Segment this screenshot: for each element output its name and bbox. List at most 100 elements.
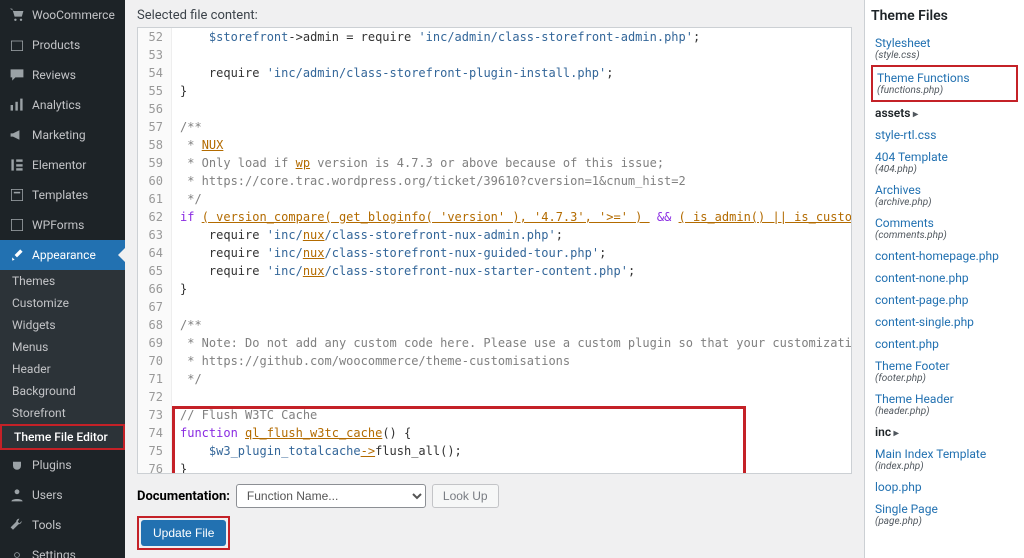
code-content[interactable]: require 'inc/nux/class-storefront-nux-ad… (172, 226, 563, 244)
code-content[interactable]: /** (172, 118, 202, 136)
file-item-theme-functions[interactable]: Theme Functions(functions.php) (871, 65, 1018, 102)
file-item-style-rtl-css[interactable]: style-rtl.css (871, 124, 1018, 146)
sidebar-label: Products (32, 38, 80, 52)
file-sub: (page.php) (875, 516, 1014, 527)
submenu-item-background[interactable]: Background (0, 380, 125, 402)
file-item-content-php[interactable]: content.php (871, 333, 1018, 355)
code-content[interactable]: function ql_flush_w3tc_cache() { (172, 424, 411, 442)
wrench-icon (8, 516, 26, 534)
code-line: 53 (138, 46, 851, 64)
line-number: 55 (138, 82, 172, 100)
file-item-loop-php[interactable]: loop.php (871, 476, 1018, 498)
code-content[interactable]: $w3_plugin_totalcache->flush_all(); (172, 442, 462, 460)
code-content[interactable] (172, 46, 187, 64)
sidebar-label: Tools (32, 518, 61, 532)
theme-files-title: Theme Files (871, 8, 1018, 24)
file-item-theme-header[interactable]: Theme Header(header.php) (871, 388, 1018, 421)
file-item-comments[interactable]: Comments(comments.php) (871, 212, 1018, 245)
code-content[interactable]: $storefront->admin = require 'inc/admin/… (172, 28, 700, 46)
code-content[interactable]: * https://core.trac.wordpress.org/ticket… (172, 172, 686, 190)
cart-icon (8, 6, 26, 24)
submenu-item-themes[interactable]: Themes (0, 270, 125, 292)
line-number: 62 (138, 208, 172, 226)
file-item-stylesheet[interactable]: Stylesheet(style.css) (871, 32, 1018, 65)
code-content[interactable]: if ( version_compare( get_bloginfo( 'ver… (172, 208, 852, 226)
file-item-content-homepage-php[interactable]: content-homepage.php (871, 245, 1018, 267)
sidebar-label: Analytics (32, 98, 81, 112)
lookup-button[interactable]: Look Up (432, 484, 499, 508)
file-item-archives[interactable]: Archives(archive.php) (871, 179, 1018, 212)
submenu-item-menus[interactable]: Menus (0, 336, 125, 358)
code-content[interactable] (172, 100, 187, 118)
sidebar-label: Reviews (32, 68, 76, 82)
file-item-content-single-php[interactable]: content-single.php (871, 311, 1018, 333)
code-content[interactable]: require 'inc/nux/class-storefront-nux-st… (172, 262, 635, 280)
code-editor[interactable]: 52 $storefront->admin = require 'inc/adm… (137, 27, 852, 474)
line-number: 74 (138, 424, 172, 442)
sidebar-item-wpforms[interactable]: WPForms (0, 210, 125, 240)
function-name-select[interactable]: Function Name... (236, 484, 426, 508)
sidebar-item-elementor[interactable]: Elementor (0, 150, 125, 180)
code-content[interactable]: * Only load if wp version is 4.7.3 or ab… (172, 154, 664, 172)
line-number: 63 (138, 226, 172, 244)
code-line: 57/** (138, 118, 851, 136)
submenu-item-widgets[interactable]: Widgets (0, 314, 125, 336)
code-content[interactable]: require 'inc/nux/class-storefront-nux-gu… (172, 244, 606, 262)
line-number: 70 (138, 352, 172, 370)
code-content[interactable]: * https://github.com/woocommerce/theme-c… (172, 352, 570, 370)
code-line: 59 * Only load if wp version is 4.7.3 or… (138, 154, 851, 172)
sidebar-item-products[interactable]: Products (0, 30, 125, 60)
sidebar-label: WooCommerce (32, 8, 115, 22)
main-content: Selected file content: 52 $storefront->a… (125, 0, 1024, 558)
submenu-item-header[interactable]: Header (0, 358, 125, 380)
file-item-content-page-php[interactable]: content-page.php (871, 289, 1018, 311)
sidebar-item-woocommerce[interactable]: WooCommerce (0, 0, 125, 30)
code-line: 52 $storefront->admin = require 'inc/adm… (138, 28, 851, 46)
doc-label: Documentation: (137, 489, 230, 504)
code-content[interactable]: require 'inc/admin/class-storefront-plug… (172, 64, 614, 82)
file-item-single-page[interactable]: Single Page(page.php) (871, 498, 1018, 531)
code-line: 54 require 'inc/admin/class-storefront-p… (138, 64, 851, 82)
code-content[interactable]: */ (172, 370, 202, 388)
code-line: 68/** (138, 316, 851, 334)
sidebar-item-templates[interactable]: Templates (0, 180, 125, 210)
chat-icon (8, 66, 26, 84)
code-line: 70 * https://github.com/woocommerce/them… (138, 352, 851, 370)
code-content[interactable] (172, 298, 187, 316)
file-item-404-template[interactable]: 404 Template(404.php) (871, 146, 1018, 179)
submenu-item-storefront[interactable]: Storefront (0, 402, 125, 424)
line-number: 64 (138, 244, 172, 262)
sidebar-item-analytics[interactable]: Analytics (0, 90, 125, 120)
line-number: 53 (138, 46, 172, 64)
sidebar-item-reviews[interactable]: Reviews (0, 60, 125, 90)
sidebar-item-marketing[interactable]: Marketing (0, 120, 125, 150)
sidebar-item-tools[interactable]: Tools (0, 510, 125, 540)
code-content[interactable]: } (172, 280, 187, 298)
code-content[interactable] (172, 388, 187, 406)
code-content[interactable]: * NUX (172, 136, 223, 154)
code-line: 65 require 'inc/nux/class-storefront-nux… (138, 262, 851, 280)
sidebar-item-plugins[interactable]: Plugins (0, 450, 125, 480)
code-content[interactable]: /** (172, 316, 202, 334)
line-number: 71 (138, 370, 172, 388)
file-item-theme-footer[interactable]: Theme Footer(footer.php) (871, 355, 1018, 388)
file-item-content-none-php[interactable]: content-none.php (871, 267, 1018, 289)
code-content[interactable]: */ (172, 190, 202, 208)
sidebar-item-appearance[interactable]: Appearance (0, 240, 125, 270)
sidebar-label: Appearance (32, 248, 96, 262)
code-content[interactable]: } (172, 460, 187, 474)
file-item-inc[interactable]: inc (871, 421, 1018, 443)
sidebar-item-settings[interactable]: Settings (0, 540, 125, 558)
submenu-item-theme-file-editor[interactable]: Theme File Editor (0, 424, 125, 450)
code-content[interactable]: * Note: Do not add any custom code here.… (172, 334, 852, 352)
admin-sidebar: WooCommerce Products Reviews Analytics Marke… (0, 0, 125, 558)
line-number: 52 (138, 28, 172, 46)
update-file-button[interactable]: Update File (141, 520, 226, 546)
file-item-assets[interactable]: assets (871, 102, 1018, 124)
file-item-main-index-template[interactable]: Main Index Template(index.php) (871, 443, 1018, 476)
code-content[interactable]: // Flush W3TC Cache (172, 406, 317, 424)
code-line: 60 * https://core.trac.wordpress.org/tic… (138, 172, 851, 190)
submenu-item-customize[interactable]: Customize (0, 292, 125, 314)
code-content[interactable]: } (172, 82, 187, 100)
sidebar-item-users[interactable]: Users (0, 480, 125, 510)
